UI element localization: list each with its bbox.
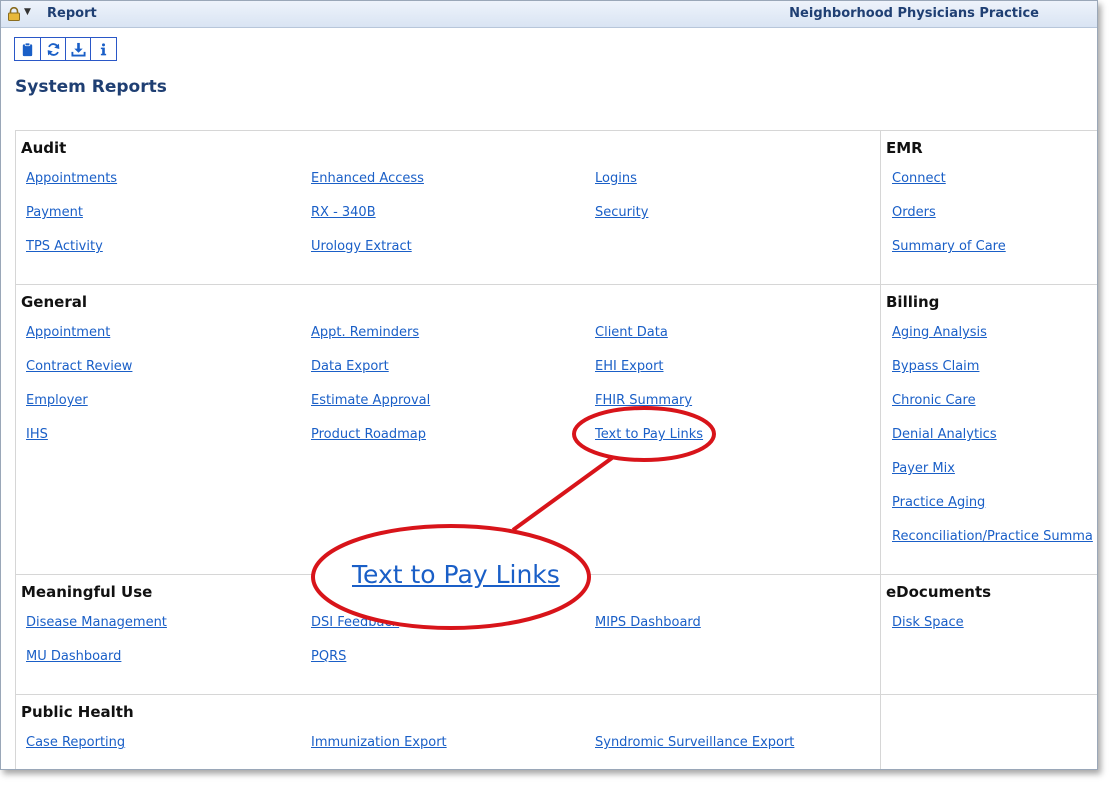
section-meaningful-use: Meaningful Use Disease Management DSI Fe… xyxy=(15,574,881,695)
refresh-button[interactable] xyxy=(40,38,65,60)
link-mu-dashboard[interactable]: MU Dashboard xyxy=(26,649,121,664)
link-security[interactable]: Security xyxy=(595,205,648,220)
section-title-general: General xyxy=(21,293,87,311)
link-denial-analytics[interactable]: Denial Analytics xyxy=(892,427,997,442)
link-tps-activity[interactable]: TPS Activity xyxy=(26,239,103,254)
section-public-health: Public Health Case Reporting Immunizatio… xyxy=(15,694,881,769)
link-enhanced-access[interactable]: Enhanced Access xyxy=(311,171,424,186)
link-dsi-feedback[interactable]: DSI Feedback xyxy=(311,615,399,630)
link-mips-dashboard[interactable]: MIPS Dashboard xyxy=(595,615,701,630)
section-title-billing: Billing xyxy=(886,293,940,311)
link-appt-reminders[interactable]: Appt. Reminders xyxy=(311,325,419,340)
link-summary-of-care[interactable]: Summary of Care xyxy=(892,239,1006,254)
callout-zoom-text: Text to Pay Links xyxy=(352,560,560,589)
link-contract-review[interactable]: Contract Review xyxy=(26,359,132,374)
clipboard-icon xyxy=(22,42,33,56)
section-title-meaningful-use: Meaningful Use xyxy=(21,583,153,601)
link-fhir-summary[interactable]: FHIR Summary xyxy=(595,393,692,408)
link-disease-management[interactable]: Disease Management xyxy=(26,615,167,630)
link-bypass-claim[interactable]: Bypass Claim xyxy=(892,359,979,374)
refresh-icon xyxy=(47,42,59,56)
link-appointments[interactable]: Appointments xyxy=(26,171,117,186)
page-title: System Reports xyxy=(15,77,167,97)
link-employer[interactable]: Employer xyxy=(26,393,88,408)
section-general: General Appointment Appt. Reminders Clie… xyxy=(15,284,881,575)
section-empty xyxy=(880,694,1097,769)
link-case-reporting[interactable]: Case Reporting xyxy=(26,735,125,750)
link-estimate-approval[interactable]: Estimate Approval xyxy=(311,393,430,408)
link-payer-mix[interactable]: Payer Mix xyxy=(892,461,955,476)
download-button[interactable] xyxy=(65,38,90,60)
link-product-roadmap[interactable]: Product Roadmap xyxy=(311,427,426,442)
section-title-public-health: Public Health xyxy=(21,703,134,721)
section-emr: EMR Connect Orders Summary of Care xyxy=(880,130,1097,285)
section-title-audit: Audit xyxy=(21,139,67,157)
link-reconciliation-practice-summary[interactable]: Reconciliation/Practice Summa xyxy=(892,529,1093,544)
link-text-to-pay-links[interactable]: Text to Pay Links xyxy=(595,427,703,442)
info-icon xyxy=(100,42,106,55)
link-logins[interactable]: Logins xyxy=(595,171,637,186)
link-orders[interactable]: Orders xyxy=(892,205,936,220)
link-ihs[interactable]: IHS xyxy=(26,427,48,442)
link-data-export[interactable]: Data Export xyxy=(311,359,389,374)
section-title-edocuments: eDocuments xyxy=(886,583,992,601)
link-appointment[interactable]: Appointment xyxy=(26,325,110,340)
section-edocuments: eDocuments Disk Space xyxy=(880,574,1097,695)
link-syndromic-surveillance-export[interactable]: Syndromic Surveillance Export xyxy=(595,735,794,750)
link-aging-analysis[interactable]: Aging Analysis xyxy=(892,325,987,340)
practice-name: Neighborhood Physicians Practice xyxy=(789,6,1039,21)
info-button[interactable] xyxy=(90,38,115,60)
link-ehi-export[interactable]: EHI Export xyxy=(595,359,664,374)
link-connect[interactable]: Connect xyxy=(892,171,946,186)
link-pqrs[interactable]: PQRS xyxy=(311,649,346,664)
link-client-data[interactable]: Client Data xyxy=(595,325,668,340)
link-immunization-export[interactable]: Immunization Export xyxy=(311,735,447,750)
link-urology-extract[interactable]: Urology Extract xyxy=(311,239,412,254)
title-bar: ▼ Report Neighborhood Physicians Practic… xyxy=(1,1,1097,28)
link-rx-340b[interactable]: RX - 340B xyxy=(311,205,376,220)
report-window: ▼ Report Neighborhood Physicians Practic… xyxy=(0,0,1098,770)
link-chronic-care[interactable]: Chronic Care xyxy=(892,393,976,408)
clipboard-button[interactable] xyxy=(15,38,40,60)
lock-icon[interactable] xyxy=(7,6,21,21)
window-title: Report xyxy=(47,6,97,21)
chevron-down-icon[interactable]: ▼ xyxy=(24,7,31,17)
download-icon xyxy=(70,42,86,57)
section-billing: Billing Aging Analysis Bypass Claim Chro… xyxy=(880,284,1097,575)
link-practice-aging[interactable]: Practice Aging xyxy=(892,495,985,510)
section-audit: Audit Appointments Enhanced Access Login… xyxy=(15,130,881,285)
link-payment[interactable]: Payment xyxy=(26,205,83,220)
link-disk-space[interactable]: Disk Space xyxy=(892,615,964,630)
section-title-emr: EMR xyxy=(886,139,923,157)
report-toolbar xyxy=(14,37,117,61)
